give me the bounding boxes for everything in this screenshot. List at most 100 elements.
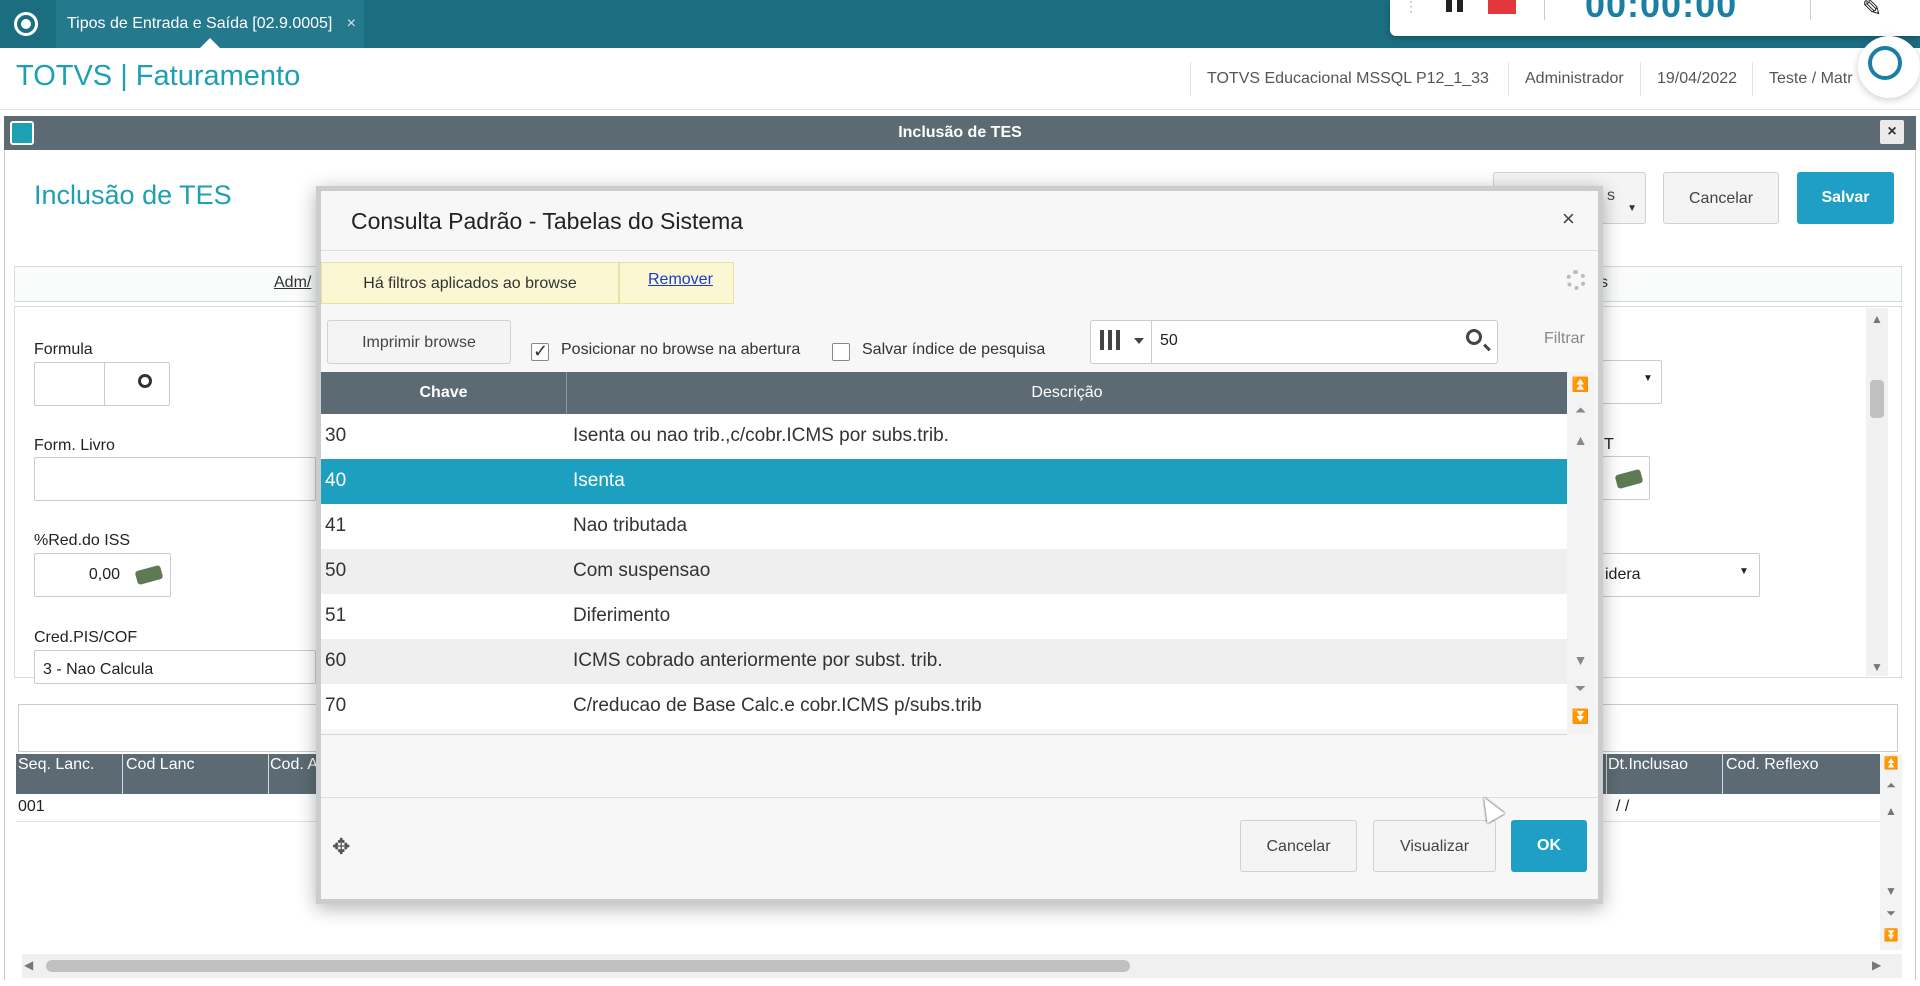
company-label[interactable]: Teste / Matr (1769, 70, 1853, 88)
row-key: 70 (325, 695, 347, 716)
list-item[interactable]: 51 Diferimento (321, 594, 1567, 639)
form-scroll-thumb[interactable] (1870, 380, 1884, 418)
chevron-down-icon: ▼ (1643, 373, 1653, 384)
move-icon[interactable]: ✥ (332, 834, 350, 860)
dialog-ok-button[interactable]: OK (1511, 820, 1587, 872)
drag-handle-icon[interactable]: ⋮ (1404, 0, 1418, 15)
scroll-first-icon[interactable]: ⏫ (1567, 376, 1594, 393)
column-header-description[interactable]: Descrição (567, 372, 1567, 414)
app-tab-close-icon[interactable]: × (347, 0, 356, 48)
scroll-down-icon[interactable]: ▼ (1567, 652, 1594, 668)
form-livro-field[interactable] (34, 457, 316, 501)
list-item-selected[interactable]: 40 Isenta (321, 459, 1567, 504)
red-iss-value: 0,00 (88, 566, 120, 583)
row-description: Isenta (573, 470, 625, 491)
grid-col-cod-lanc[interactable]: Cod Lanc (126, 756, 195, 774)
row-key: 51 (325, 605, 347, 626)
pause-icon[interactable] (1444, 0, 1466, 12)
formula-search-icon[interactable] (138, 374, 152, 388)
app-tab[interactable]: Tipos de Entrada e Saída [02.9.0005] × (56, 0, 364, 48)
row-description: Diferimento (573, 605, 671, 626)
column-header-key[interactable]: Chave (321, 372, 567, 414)
home-icon[interactable] (14, 12, 38, 36)
scroll-page-up-icon[interactable]: ⏶ (1567, 402, 1594, 419)
list-item[interactable]: 50 Com suspensao (321, 549, 1567, 594)
scroll-up-icon[interactable]: ▲ (1866, 312, 1888, 326)
scroll-down-icon[interactable]: ▼ (1866, 660, 1888, 674)
scroll-left-icon[interactable]: ◀ (24, 958, 33, 972)
brand-title: TOTVS | Faturamento (16, 60, 301, 92)
grid-col-dt-inclusao[interactable]: Dt.Inclusao (1608, 756, 1688, 774)
active-tab-caret-icon (200, 38, 220, 48)
row-key: 60 (325, 650, 347, 671)
row-key: 41 (325, 515, 347, 536)
tab-adm[interactable]: Adm/ (274, 274, 311, 292)
scroll-up-icon[interactable]: ▲ (1567, 432, 1594, 448)
header-divider (1640, 62, 1641, 96)
scroll-up-icon[interactable]: ▲ (1880, 804, 1902, 818)
scroll-page-down-icon[interactable]: ⏷ (1567, 680, 1594, 697)
window-close-button[interactable]: × (1880, 120, 1904, 144)
right-select[interactable]: idera ▼ (1598, 553, 1760, 597)
grid-vertical-scrollbar[interactable]: ⏫ ⏶ ▲ ▼ ⏷ ⏬ (1880, 754, 1902, 950)
scroll-page-down-icon[interactable]: ⏷ (1880, 906, 1902, 921)
cred-pis-select[interactable]: 3 - Nao Calcula (34, 650, 316, 684)
row-key: 30 (325, 425, 347, 446)
search-value[interactable]: 50 (1160, 332, 1178, 350)
dialog-cancel-button[interactable]: Cancelar (1240, 820, 1357, 872)
list-item[interactable]: 30 Isenta ou nao trib.,c/cobr.ICMS por s… (321, 414, 1567, 459)
date-label[interactable]: 19/04/2022 (1657, 70, 1737, 88)
scroll-page-up-icon[interactable]: ⏶ (1880, 778, 1902, 793)
grid-col-cod-a[interactable]: Cod. A (270, 756, 318, 774)
dialog-close-icon[interactable]: × (1562, 206, 1575, 232)
search-icon[interactable] (1466, 329, 1482, 345)
browse-vertical-scrollbar[interactable]: ⏫ ⏶ ▲ ▼ ⏷ ⏬ (1567, 372, 1594, 734)
save-index-label[interactable]: Salvar índice de pesquisa (862, 341, 1045, 359)
remove-filter-link[interactable]: Remover (648, 271, 713, 289)
pen-icon[interactable]: ✎ (1862, 0, 1882, 23)
page-title: Inclusão de TES (34, 180, 232, 210)
filter-link[interactable]: Filtrar (1544, 330, 1585, 348)
scroll-first-icon[interactable]: ⏫ (1880, 756, 1902, 770)
row-description: C/reducao de Base Calc.e cobr.ICMS p/sub… (573, 695, 982, 716)
gear-icon[interactable] (1566, 270, 1586, 290)
grid-col-seq[interactable]: Seq. Lanc. (18, 756, 95, 774)
header-divider (1508, 62, 1509, 96)
position-browse-checkbox[interactable] (531, 341, 549, 362)
scroll-right-icon[interactable]: ▶ (1872, 958, 1881, 972)
row-description: Nao tributada (573, 515, 688, 536)
recorder-timer: 00:00:00 (1585, 0, 1738, 25)
grid-cell-seq: 001 (18, 798, 45, 815)
dialog-view-button[interactable]: Visualizar (1373, 820, 1496, 872)
list-item[interactable]: 60 ICMS cobrado anteriormente por subst.… (321, 639, 1567, 684)
scroll-last-icon[interactable]: ⏬ (1880, 928, 1902, 942)
scroll-last-icon[interactable]: ⏬ (1567, 708, 1594, 725)
scroll-down-icon[interactable]: ▼ (1880, 884, 1902, 898)
chevron-down-icon (1134, 338, 1144, 344)
list-item[interactable]: 41 Nao tributada (321, 504, 1567, 549)
table-bottom-border (321, 734, 1567, 735)
save-index-checkbox[interactable] (832, 343, 850, 361)
print-browse-button[interactable]: Imprimir browse (327, 320, 511, 364)
window-title: Inclusão de TES (4, 116, 1916, 150)
red-iss-label: %Red.do ISS (34, 532, 131, 549)
list-item[interactable]: 70 C/reducao de Base Calc.e cobr.ICMS p/… (321, 684, 1567, 729)
right-select-top[interactable]: ▼ (1598, 360, 1662, 404)
position-browse-label[interactable]: Posicionar no browse na abertura (561, 341, 800, 359)
recorder-divider (1544, 0, 1545, 20)
chat-assistant-icon[interactable] (1858, 36, 1920, 98)
dialog-title: Consulta Padrão - Tabelas do Sistema (351, 208, 744, 234)
user-label[interactable]: Administrador (1525, 70, 1624, 88)
other-actions-label: s (1607, 187, 1615, 204)
form-vertical-scrollbar[interactable] (1866, 308, 1888, 676)
chevron-down-icon: ▼ (1739, 566, 1749, 577)
cancel-button[interactable]: Cancelar (1663, 172, 1779, 224)
form-livro-label: Form. Livro (34, 437, 115, 454)
stop-icon[interactable] (1488, 0, 1516, 14)
horizontal-scroll-thumb[interactable] (46, 960, 1130, 972)
environment-label[interactable]: TOTVS Educacional MSSQL P12_1_33 (1207, 70, 1489, 88)
dialog-footer-divider (321, 797, 1598, 798)
right-t-label: T (1604, 436, 1614, 453)
grid-col-cod-reflexo[interactable]: Cod. Reflexo (1726, 756, 1819, 774)
save-button[interactable]: Salvar (1797, 172, 1894, 224)
